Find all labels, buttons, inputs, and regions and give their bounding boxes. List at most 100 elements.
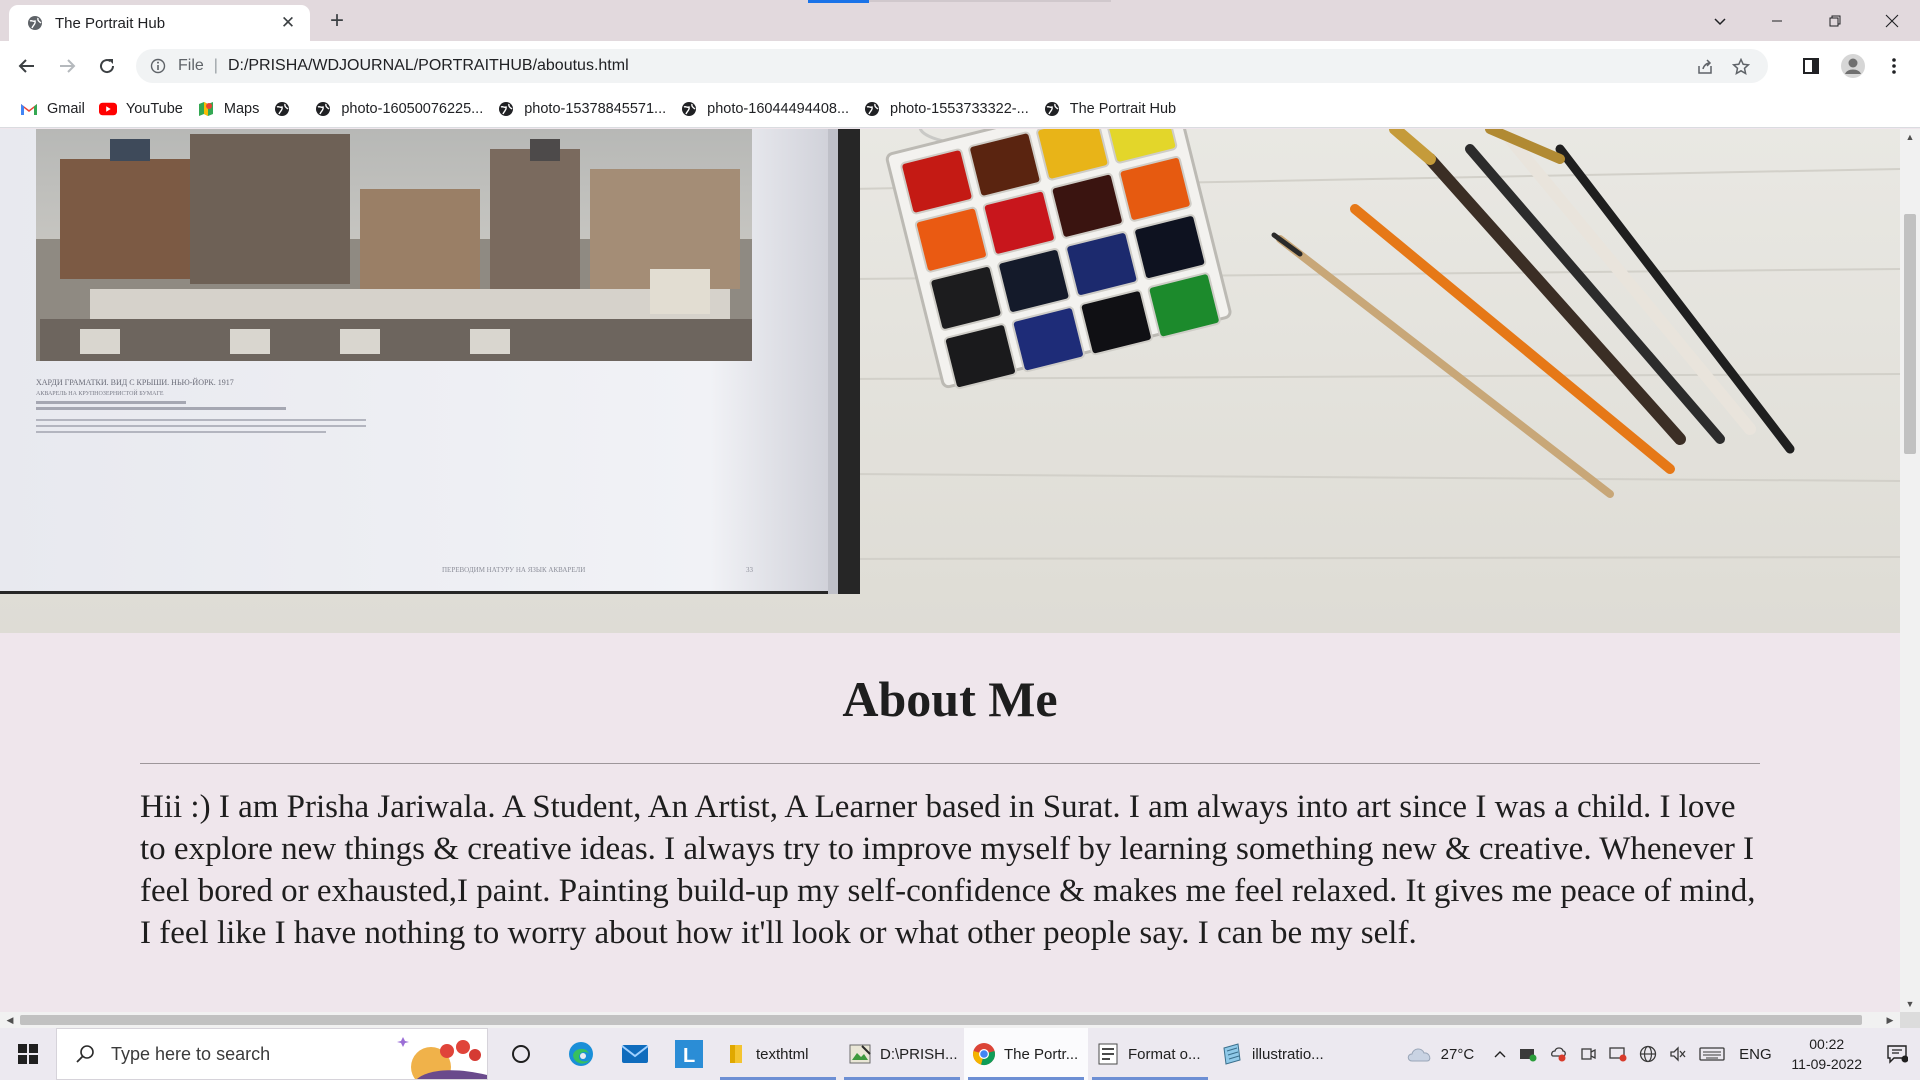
windows-logo-icon: [18, 1044, 38, 1064]
horizontal-scrollbar[interactable]: ◀ ▶: [0, 1012, 1900, 1028]
scroll-right-arrow-icon[interactable]: ▶: [1882, 1012, 1898, 1028]
tab-indicator-track: [869, 0, 1111, 2]
globe-icon: [314, 100, 332, 118]
maps-icon: [197, 100, 215, 118]
about-section: About Me Hii :) I am Prisha Jariwala. A …: [140, 633, 1760, 954]
address-bar[interactable]: File | D:/PRISHA/WDJOURNAL/PORTRAITHUB/a…: [136, 49, 1768, 83]
bookmark-label: photo-15378845571...: [524, 101, 667, 117]
bookmark-maps[interactable]: Maps: [195, 95, 267, 123]
vertical-scrollbar[interactable]: ▲ ▼: [1900, 129, 1920, 1012]
bookmarks-bar: Gmail YouTube Maps photo-16050076225... …: [0, 91, 1920, 128]
scroll-down-arrow-icon[interactable]: ▼: [1900, 996, 1920, 1012]
search-highlight-illustration: [397, 1037, 487, 1079]
forward-button[interactable]: [51, 50, 83, 82]
touch-keyboard-icon[interactable]: [1693, 1028, 1731, 1080]
document-icon: [1096, 1042, 1120, 1066]
menu-kebab-icon[interactable]: [1878, 50, 1910, 82]
minimize-button[interactable]: [1748, 0, 1805, 41]
book-page-number: 33: [746, 566, 754, 574]
side-panel-icon[interactable]: [1795, 50, 1827, 82]
url-text: D:/PRISHA/WDJOURNAL/PORTRAITHUB/aboutus.…: [227, 57, 629, 74]
tray-sync-icon[interactable]: [1543, 1028, 1573, 1080]
back-button[interactable]: [11, 50, 43, 82]
taskbar-app-format[interactable]: Format o...: [1088, 1028, 1212, 1080]
vertical-scroll-thumb[interactable]: [1904, 214, 1916, 454]
tray-app-icon[interactable]: [1513, 1028, 1543, 1080]
clock-time: 00:22: [1809, 1036, 1845, 1052]
divider: [140, 763, 1760, 764]
close-window-button[interactable]: [1863, 0, 1920, 41]
globe-icon: [1043, 100, 1061, 118]
notifications-icon[interactable]: [1874, 1028, 1920, 1080]
task-view-button[interactable]: [488, 1028, 554, 1080]
info-icon[interactable]: [148, 56, 168, 76]
scroll-left-arrow-icon[interactable]: ◀: [2, 1012, 18, 1028]
cloud-icon: [1407, 1048, 1430, 1062]
book-caption-subtitle: АКВАРЕЛЬ НА КРУПНОЗЕРНИСТОЙ БУМАГЕ: [36, 389, 164, 397]
bookmark-star-icon[interactable]: [1730, 56, 1752, 78]
about-paragraph: Hii :) I am Prisha Jariwala. A Student, …: [140, 789, 1756, 951]
taskbar-app-label: Format o...: [1128, 1045, 1201, 1063]
notepad-icon: [1220, 1042, 1244, 1066]
weather-widget[interactable]: 27°C: [1391, 1028, 1487, 1080]
new-tab-button[interactable]: +: [322, 7, 352, 35]
book-footer-text: ПЕРЕВОДИМ НАТУРУ НА ЯЗЫК АКВАРЕЛИ: [442, 566, 585, 574]
taskbar-app-illustration[interactable]: illustratio...: [1212, 1028, 1336, 1080]
network-globe-icon[interactable]: [1633, 1028, 1663, 1080]
taskbar-app-label: D:\PRISH...: [880, 1045, 958, 1063]
edge-taskbar-button[interactable]: [554, 1028, 608, 1080]
tray-display-icon[interactable]: [1603, 1028, 1633, 1080]
windows-taskbar: Type here to search L texthtml D:\PRISH.…: [0, 1028, 1920, 1080]
globe-icon: [863, 100, 881, 118]
browser-tab[interactable]: The Portrait Hub ✕: [9, 5, 310, 41]
show-hidden-icons-chevron-icon[interactable]: [1487, 1028, 1513, 1080]
profile-avatar[interactable]: [1837, 50, 1869, 82]
taskbar-search-box[interactable]: Type here to search: [56, 1028, 488, 1080]
bookmark-gmail[interactable]: Gmail: [18, 95, 93, 123]
taskbar-app-label: The Portr...: [1004, 1045, 1079, 1063]
mail-taskbar-button[interactable]: [608, 1028, 662, 1080]
tray-meet-icon[interactable]: [1573, 1028, 1603, 1080]
about-heading: About Me: [842, 671, 1058, 727]
bookmark-portrait-hub[interactable]: The Portrait Hub: [1041, 95, 1184, 123]
horizontal-scroll-thumb[interactable]: [20, 1015, 1862, 1025]
bookmark-label: Gmail: [47, 101, 85, 117]
globe-icon: [273, 100, 291, 118]
taskbar-app-label: texthtml: [756, 1045, 809, 1063]
bookmark-label: YouTube: [125, 101, 183, 117]
bookmark-label: Maps: [223, 101, 260, 117]
l-app-icon: L: [675, 1040, 703, 1068]
bookmark-youtube[interactable]: YouTube: [97, 95, 191, 123]
share-icon[interactable]: [1694, 56, 1716, 78]
bookmark-photo-3[interactable]: photo-16044494408...: [678, 95, 857, 123]
taskbar-app-image-editor[interactable]: D:\PRISH...: [840, 1028, 964, 1080]
l-app-taskbar-button[interactable]: L: [662, 1028, 716, 1080]
tab-search-icon[interactable]: [1691, 0, 1748, 41]
tab-close-icon[interactable]: ✕: [278, 13, 298, 33]
edge-icon: [569, 1042, 593, 1066]
globe-icon: [497, 100, 515, 118]
start-button[interactable]: [0, 1028, 56, 1080]
taskbar-app-texthtml[interactable]: texthtml: [716, 1028, 840, 1080]
bookmark-photo-4[interactable]: photo-1553733322-...: [861, 95, 1037, 123]
chrome-icon: [972, 1042, 996, 1066]
restore-button[interactable]: [1806, 0, 1863, 41]
bookmark-photo-1[interactable]: photo-16050076225...: [312, 95, 491, 123]
scroll-up-arrow-icon[interactable]: ▲: [1900, 129, 1920, 145]
bookmark-unnamed[interactable]: [271, 95, 308, 123]
volume-muted-icon[interactable]: [1663, 1028, 1693, 1080]
bookmark-photo-2[interactable]: photo-15378845571...: [495, 95, 674, 123]
tab-strip: The Portrait Hub ✕ +: [0, 0, 1920, 41]
bookmark-label: photo-1553733322-...: [890, 101, 1029, 117]
clock[interactable]: 00:22 11-09-2022: [1779, 1034, 1874, 1074]
youtube-icon: [98, 100, 117, 118]
language-indicator[interactable]: ENG: [1731, 1028, 1779, 1080]
taskbar-app-label: illustratio...: [1252, 1045, 1324, 1063]
taskbar-app-chrome[interactable]: The Portr...: [964, 1028, 1088, 1080]
url-scheme: File: [178, 57, 204, 74]
browser-toolbar: File | D:/PRISHA/WDJOURNAL/PORTRAITHUB/a…: [0, 41, 1920, 91]
task-view-icon: [512, 1045, 530, 1063]
reload-button[interactable]: [91, 50, 123, 82]
image-editor-icon: [848, 1042, 872, 1066]
hero-illustration: ХАРДИ ГРАМАТКИ. ВИД С КРЫШИ. НЬЮ-ЙОРК. 1…: [0, 129, 1900, 633]
